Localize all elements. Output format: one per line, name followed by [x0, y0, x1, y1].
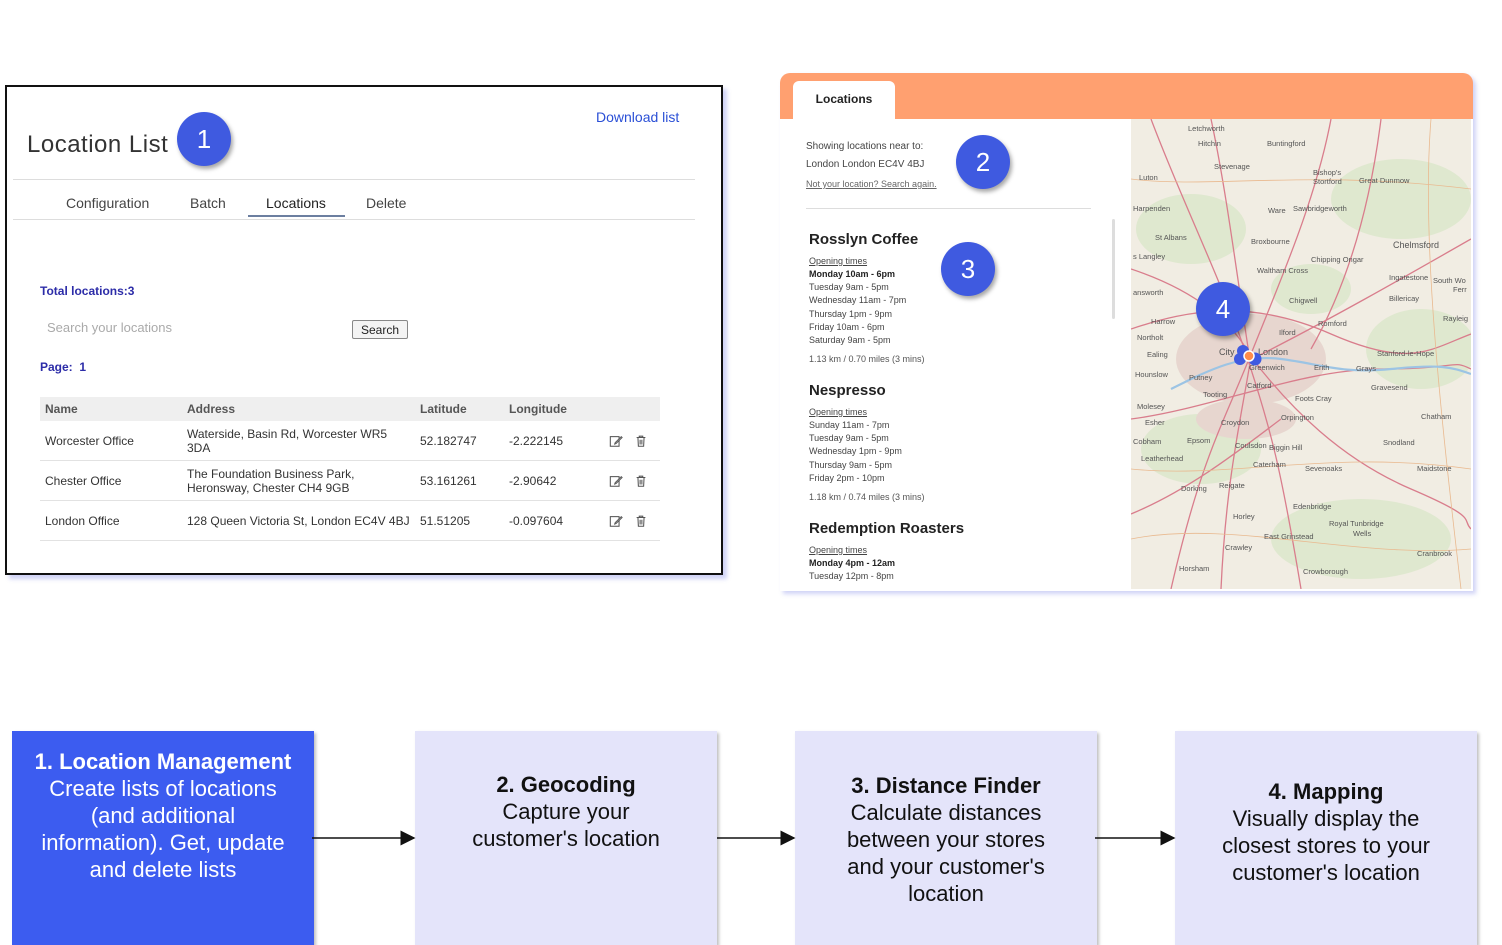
flow-arrows	[312, 830, 1176, 846]
